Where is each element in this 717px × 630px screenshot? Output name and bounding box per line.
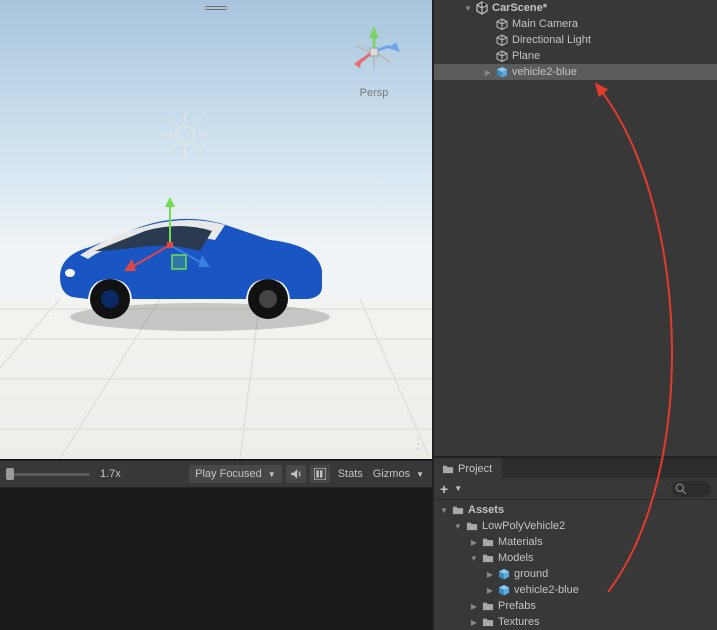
hierarchy-item-label: Main Camera xyxy=(512,18,578,30)
hierarchy-item-vehicle[interactable]: ▶ vehicle2-blue xyxy=(434,64,717,80)
scene-viewport[interactable]: Persp xyxy=(0,0,432,460)
gameobject-icon xyxy=(494,50,510,62)
panel-drag-handle[interactable] xyxy=(205,6,227,10)
folder-icon xyxy=(480,600,496,612)
gameobject-icon xyxy=(494,18,510,30)
hierarchy-panel: ▼ CarScene* Main Camera Directional Ligh… xyxy=(434,0,717,456)
expand-arrow-icon[interactable]: ▶ xyxy=(482,68,494,77)
play-mode-label: Play Focused xyxy=(195,468,262,480)
zoom-slider[interactable] xyxy=(6,473,90,476)
folder-icon xyxy=(480,552,496,564)
hierarchy-item-label: Directional Light xyxy=(512,34,591,46)
hierarchy-item[interactable]: Plane xyxy=(434,48,717,64)
prefab-icon xyxy=(494,66,510,78)
prefab-icon xyxy=(496,568,512,580)
prefab-icon xyxy=(496,584,512,596)
project-search-input[interactable] xyxy=(671,481,711,497)
panel-menu-icon[interactable]: ⋮ xyxy=(411,435,426,452)
hierarchy-scene-row[interactable]: ▼ CarScene* xyxy=(434,0,717,16)
project-folder-assets[interactable]: ▼ Assets xyxy=(434,502,717,518)
light-gizmo[interactable] xyxy=(160,110,210,160)
expand-arrow-icon[interactable]: ▶ xyxy=(468,538,480,547)
mute-audio-button[interactable] xyxy=(286,465,306,483)
hierarchy-item-label: vehicle2-blue xyxy=(512,66,577,78)
project-panel: Project + ▼ ▼ Assets ▼ LowPol xyxy=(434,456,717,630)
project-tab[interactable]: Project xyxy=(434,458,502,478)
vehicle-object[interactable] xyxy=(40,185,340,345)
folder-label: Assets xyxy=(468,504,504,516)
gizmos-label: Gizmos xyxy=(373,468,410,480)
project-folder[interactable]: ▶ Prefabs xyxy=(434,598,717,614)
hierarchy-item[interactable]: Main Camera xyxy=(434,16,717,32)
project-asset-vehicle[interactable]: ▶ vehicle2-blue xyxy=(434,582,717,598)
projection-mode-label[interactable]: Persp xyxy=(344,87,404,99)
game-viewport[interactable] xyxy=(0,488,432,630)
folder-icon xyxy=(464,520,480,532)
project-folder[interactable]: ▶ Materials xyxy=(434,534,717,550)
folder-label: Models xyxy=(498,552,533,564)
hierarchy-item-label: Plane xyxy=(512,50,540,62)
unity-scene-icon xyxy=(474,1,490,15)
gameobject-icon xyxy=(494,34,510,46)
project-asset[interactable]: ▶ ground xyxy=(434,566,717,582)
chevron-down-icon[interactable]: ▼ xyxy=(454,484,462,493)
expand-arrow-icon[interactable]: ▶ xyxy=(468,602,480,611)
expand-arrow-icon[interactable]: ▶ xyxy=(468,618,480,627)
scene-name-label: CarScene* xyxy=(492,2,547,14)
game-toolbar: ⋮ 1.7x Play Focused ▼ Stats Gizmos ▼ xyxy=(0,460,432,488)
folder-label: LowPolyVehicle2 xyxy=(482,520,565,532)
project-tabs: Project xyxy=(434,458,717,478)
folder-label: Textures xyxy=(498,616,540,628)
chevron-down-icon: ▼ xyxy=(416,470,424,479)
play-mode-dropdown[interactable]: Play Focused ▼ xyxy=(189,465,282,483)
folder-label: Materials xyxy=(498,536,543,548)
project-tab-label: Project xyxy=(458,463,492,475)
chevron-down-icon: ▼ xyxy=(268,470,276,479)
expand-arrow-icon[interactable]: ▼ xyxy=(438,506,450,515)
project-folder[interactable]: ▶ Textures xyxy=(434,614,717,630)
expand-arrow-icon[interactable]: ▼ xyxy=(462,4,474,13)
gizmos-dropdown[interactable]: Gizmos ▼ xyxy=(371,465,426,483)
add-asset-button[interactable]: + xyxy=(440,481,448,497)
search-icon xyxy=(675,483,687,495)
folder-icon xyxy=(442,463,454,475)
folder-icon xyxy=(480,536,496,548)
project-folder-models[interactable]: ▼ Models xyxy=(434,550,717,566)
folder-icon xyxy=(480,616,496,628)
expand-arrow-icon[interactable]: ▶ xyxy=(484,586,496,595)
orientation-gizmo[interactable]: Persp xyxy=(344,22,404,102)
folder-icon xyxy=(450,504,466,516)
folder-label: Prefabs xyxy=(498,600,536,612)
project-folder[interactable]: ▼ LowPolyVehicle2 xyxy=(434,518,717,534)
asset-label: ground xyxy=(514,568,548,580)
zoom-value: 1.7x xyxy=(100,468,121,480)
expand-arrow-icon[interactable]: ▶ xyxy=(484,570,496,579)
fx-toggle-button[interactable] xyxy=(310,465,330,483)
hierarchy-item[interactable]: Directional Light xyxy=(434,32,717,48)
stats-button[interactable]: Stats xyxy=(334,466,367,482)
expand-arrow-icon[interactable]: ▼ xyxy=(468,554,480,563)
asset-label: vehicle2-blue xyxy=(514,584,579,596)
expand-arrow-icon[interactable]: ▼ xyxy=(452,522,464,531)
